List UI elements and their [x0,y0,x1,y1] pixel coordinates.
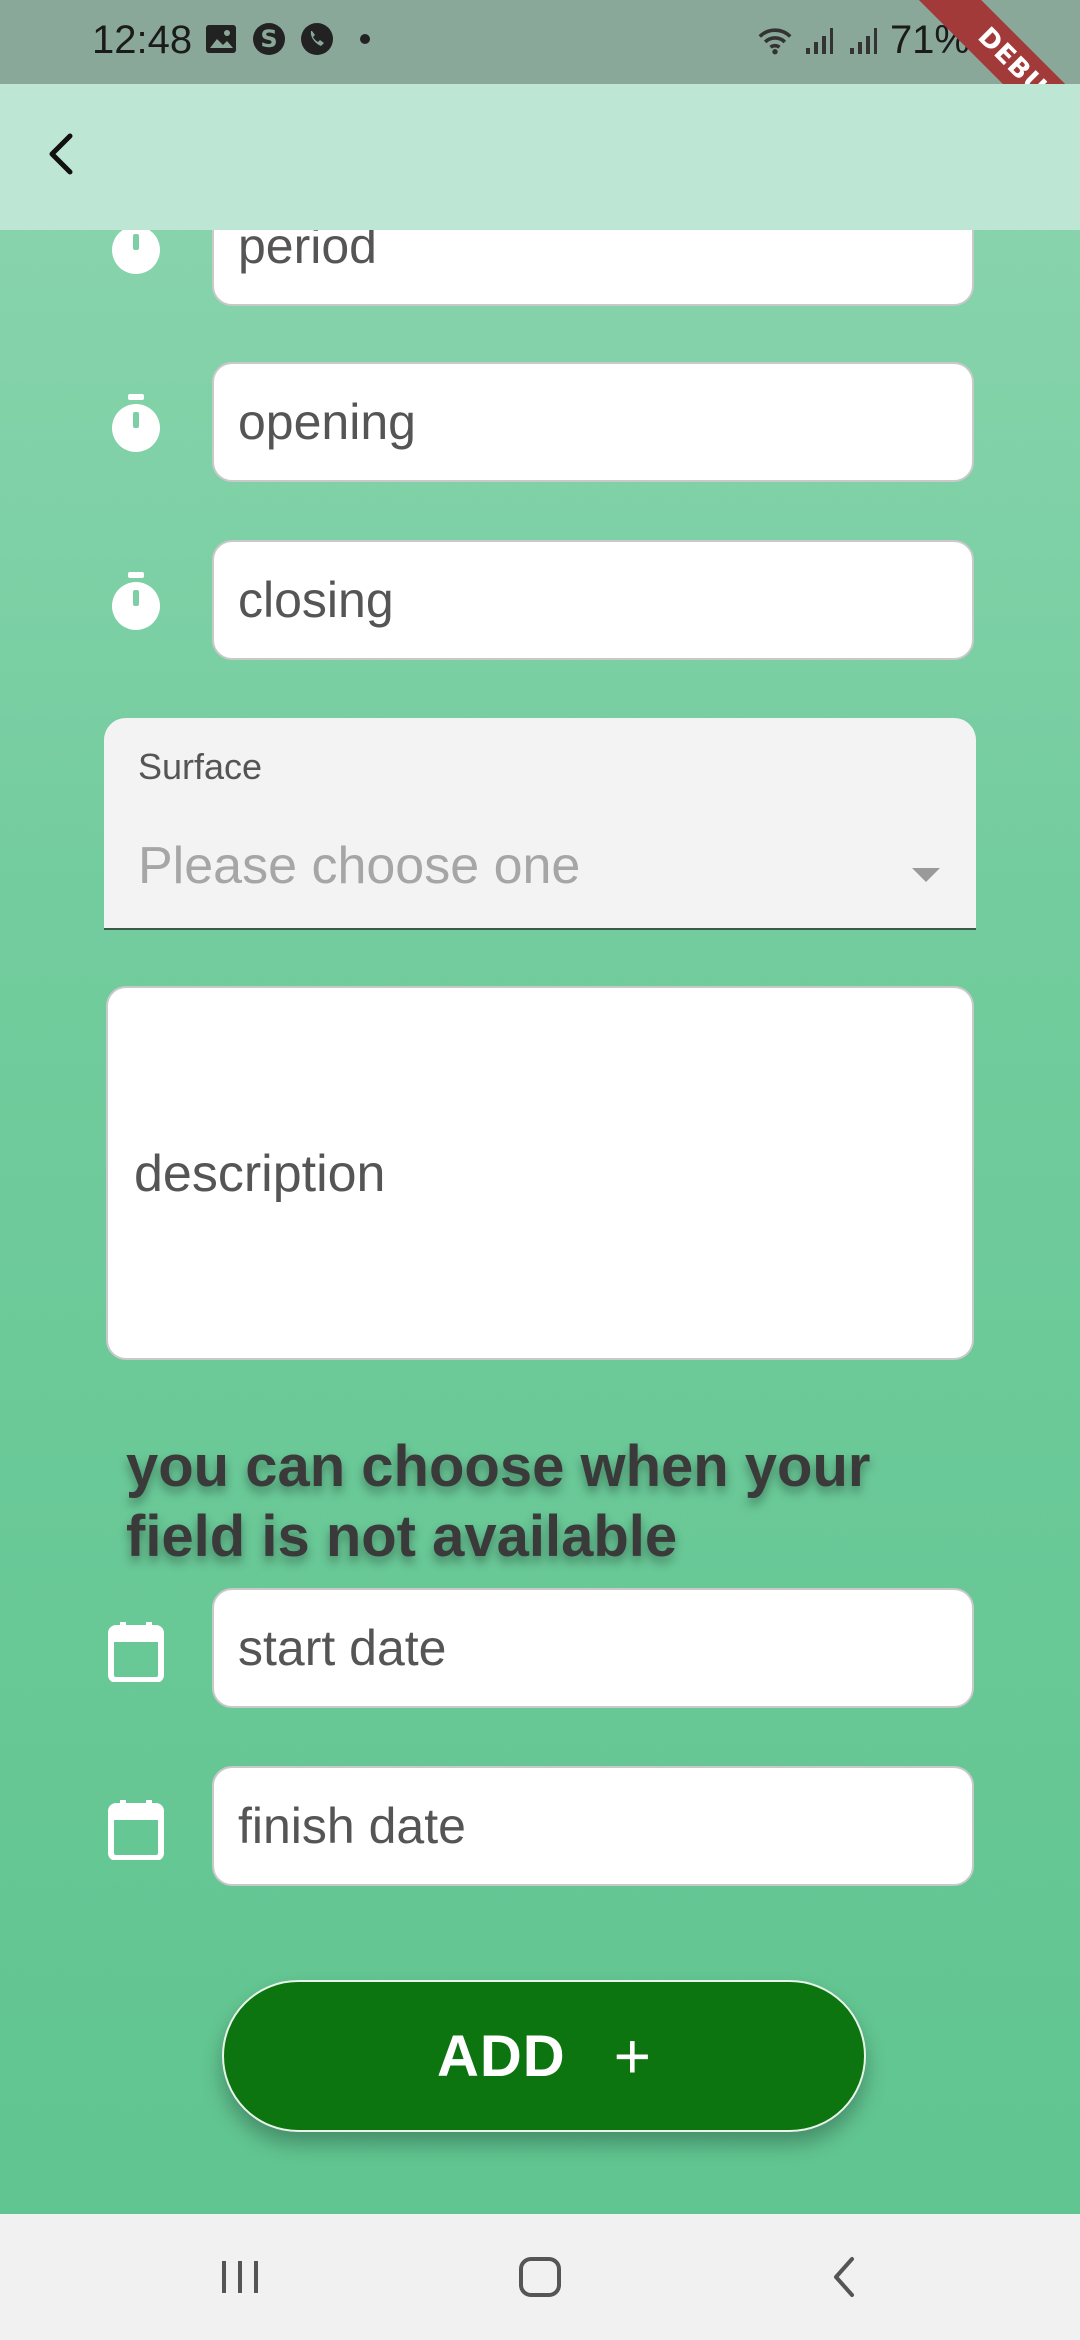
finish-date-field[interactable]: finish date [212,1766,974,1886]
navigation-bar [0,2214,1080,2340]
form-screen: period opening closing Surface Please ch… [0,0,1080,2340]
svg-text:S: S [260,25,277,53]
dot-icon [348,22,382,56]
add-button[interactable]: ADD + [222,1980,866,2132]
plus-icon: + [613,2020,652,2092]
add-button-label: ADD [436,2023,566,2089]
recent-apps-icon [218,2257,262,2302]
s-badge-icon: S [252,22,286,56]
recent-apps-button[interactable] [200,2244,280,2314]
home-icon [517,2255,563,2304]
home-button[interactable] [500,2244,580,2314]
description-field[interactable]: description [106,986,974,1360]
timer-icon [108,572,164,632]
image-icon [204,22,238,56]
surface-dropdown[interactable]: Surface Please choose one [104,718,976,930]
opening-field[interactable]: opening [212,362,974,482]
status-icons-left: S [204,22,382,56]
start-date-field[interactable]: start date [212,1588,974,1708]
timer-icon [108,394,164,454]
signal-icon [846,24,880,58]
surface-placeholder: Please choose one [138,837,581,895]
opening-placeholder: opening [238,394,416,450]
calendar-icon [108,1622,164,1682]
wifi-icon [758,24,792,58]
nav-back-button[interactable] [804,2244,884,2314]
status-time: 12:48 [92,18,193,62]
chevron-left-icon [42,132,82,181]
dropdown-arrow-icon [912,868,940,882]
app-bar [0,84,1080,230]
status-bar: 12:48 S 71% [0,0,1080,84]
signal-icon [802,24,836,58]
back-button[interactable] [30,124,94,188]
finish-date-placeholder: finish date [238,1798,466,1854]
back-icon [828,2255,860,2304]
closing-placeholder: closing [238,572,394,628]
surface-label: Surface [138,746,263,787]
closing-field[interactable]: closing [212,540,974,660]
description-placeholder: description [134,1145,386,1203]
availability-notice: you can choose when your field is not av… [126,1434,871,1569]
start-date-placeholder: start date [238,1620,447,1676]
calendar-icon [108,1800,164,1860]
phone-icon [300,22,334,56]
